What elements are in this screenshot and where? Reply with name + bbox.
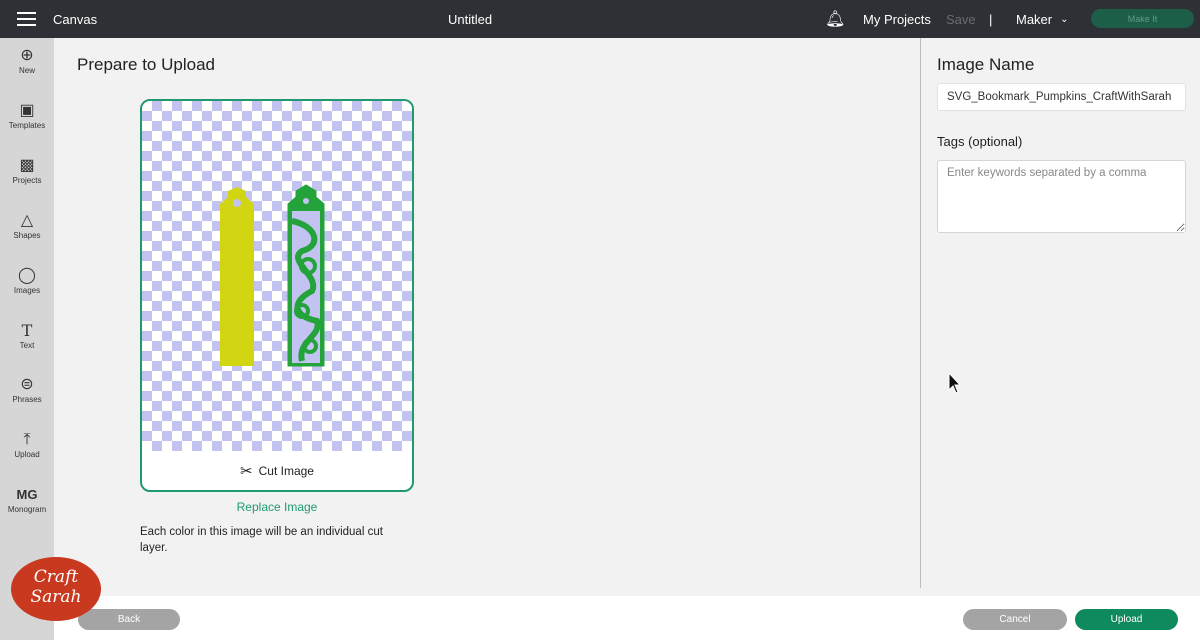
separator: |	[989, 11, 993, 27]
mouse-cursor-icon	[948, 372, 962, 394]
sidebar-item-label: Phrases	[12, 395, 42, 404]
sidebar-item-projects[interactable]: ▩ Projects	[0, 156, 54, 185]
speech-bubble-icon: ⊜	[20, 376, 34, 393]
sidebar-item-shapes[interactable]: △ Shapes	[0, 211, 54, 240]
tags-label: Tags (optional)	[937, 134, 1023, 149]
uploaded-image-preview	[220, 184, 325, 367]
sidebar-item-upload[interactable]: ⤒ Upload	[0, 430, 54, 459]
shapes-icon: △	[20, 212, 34, 229]
cancel-button[interactable]: Cancel	[963, 609, 1067, 630]
lightbulb-icon: ◯	[18, 267, 36, 284]
sidebar-item-label: Upload	[14, 450, 40, 459]
sidebar-item-label: Shapes	[13, 231, 41, 240]
image-name-input[interactable]	[937, 83, 1186, 111]
machine-select[interactable]: Maker ⌄	[1016, 0, 1069, 38]
sidebar-item-label: Monogram	[7, 505, 47, 514]
machine-label: Maker	[1016, 11, 1053, 27]
craft-with-sarah-watermark: Craft Sarah	[11, 557, 101, 621]
make-it-button[interactable]: Make It	[1091, 9, 1194, 28]
image-preview-card: ✂ Cut Image	[140, 99, 414, 492]
sidebar-item-label: Projects	[12, 176, 42, 185]
shirt-icon: ▣	[19, 102, 35, 119]
chevron-down-icon: ⌄	[1060, 13, 1069, 25]
sidebar-item-images[interactable]: ◯ Images	[0, 266, 54, 295]
monogram-icon: MG	[16, 487, 38, 502]
sidebar-item-label: New	[18, 66, 35, 75]
scissors-icon: ✂	[240, 462, 253, 480]
transparent-background	[142, 101, 412, 451]
top-bar: Canvas Untitled 🔔︎ My Projects Save | Ma…	[0, 0, 1200, 38]
page-title: Prepare to Upload	[77, 55, 215, 74]
replace-image-link[interactable]: Replace Image	[140, 500, 414, 514]
tags-input[interactable]	[937, 160, 1186, 233]
panel-divider	[920, 38, 921, 588]
sidebar-item-monogram[interactable]: MG Monogram	[0, 485, 54, 514]
cut-image-label: Cut Image	[258, 463, 314, 478]
upload-button[interactable]: Upload	[1075, 609, 1178, 630]
sidebar-item-label: Text	[19, 341, 35, 350]
bell-icon[interactable]: 🔔︎	[825, 0, 845, 38]
sidebar-item-label: Templates	[8, 121, 46, 130]
green-bookmark	[287, 184, 325, 367]
save-button[interactable]: Save	[946, 0, 976, 38]
sidebar-item-templates[interactable]: ▣ Templates	[0, 101, 54, 130]
clipboard-icon: ▩	[19, 157, 35, 174]
sidebar-item-new[interactable]: ⊕ New	[0, 46, 54, 75]
hamburger-icon[interactable]	[16, 0, 36, 38]
image-name-label: Image Name	[937, 55, 1035, 74]
sidebar: ⊕ New ▣ Templates ▩ Projects △ Shapes ◯ Image…	[0, 38, 54, 640]
sidebar-item-text[interactable]: T Text	[0, 321, 54, 350]
plus-circle-icon: ⊕	[20, 47, 34, 64]
yellow-bookmark	[220, 187, 254, 366]
app-name: Canvas	[53, 11, 98, 27]
sidebar-item-label: Images	[13, 286, 41, 295]
cut-layer-note: Each color in this image will be an indi…	[140, 526, 383, 554]
sidebar-item-phrases[interactable]: ⊜ Phrases	[0, 375, 54, 404]
project-title[interactable]: Untitled	[448, 0, 492, 38]
text-icon: T	[21, 321, 33, 340]
my-projects-link[interactable]: My Projects	[863, 0, 931, 38]
cut-image-type: ✂ Cut Image	[142, 451, 412, 490]
back-button[interactable]: Back	[78, 609, 180, 630]
upload-icon: ⤒	[23, 431, 31, 448]
